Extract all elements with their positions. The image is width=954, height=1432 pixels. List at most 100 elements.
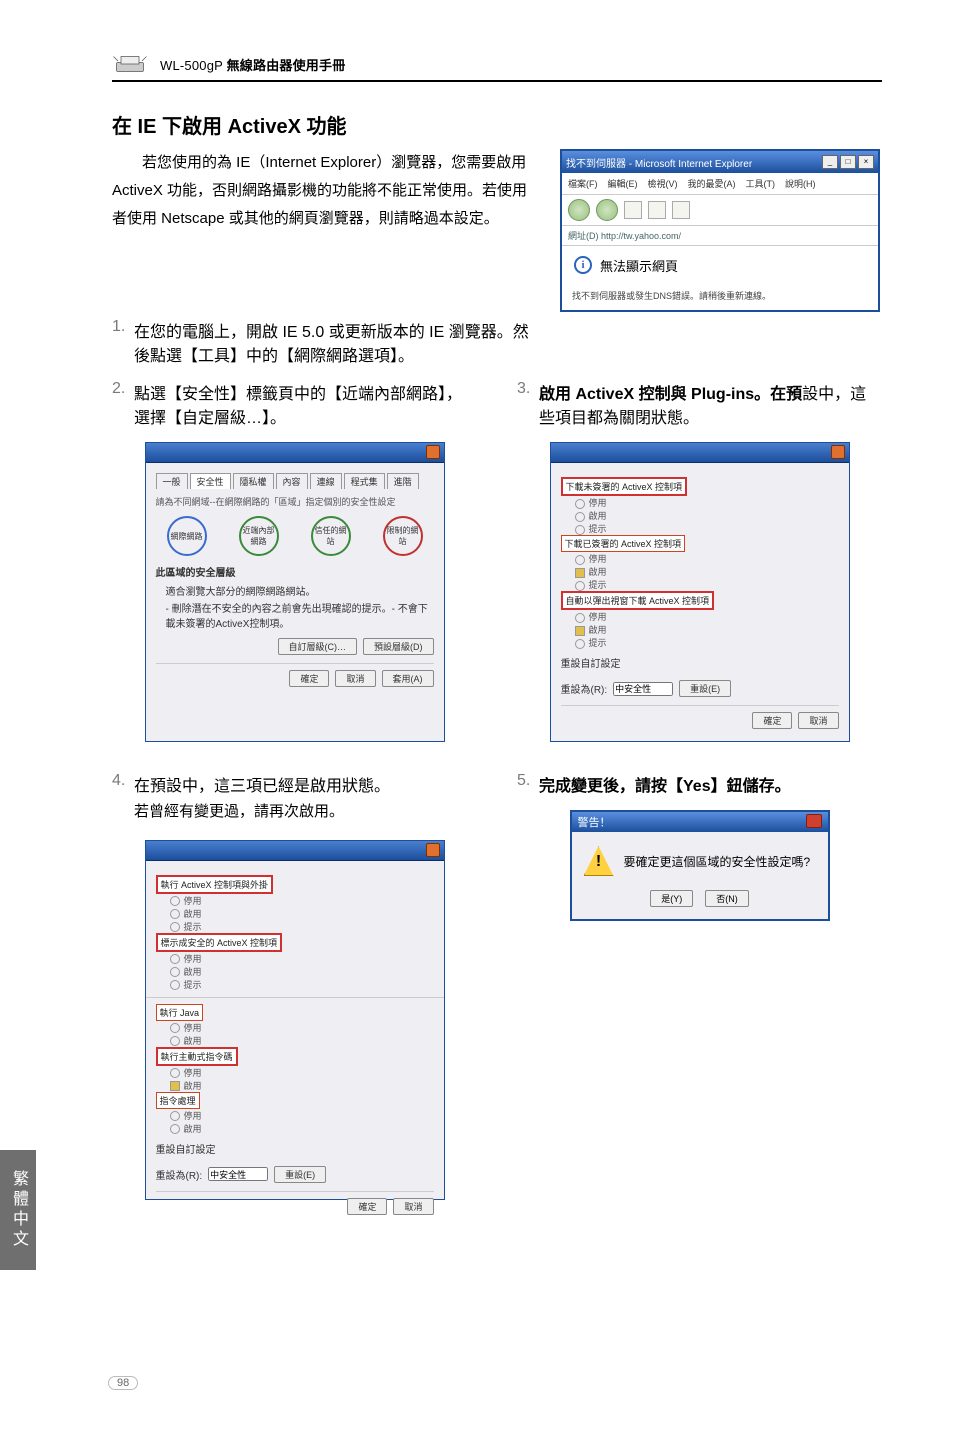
step-1-text: 在您的電腦上，開啟 IE 5.0 或更新版本的 IE 瀏覽器。然後點選【工具】中… [134,318,542,366]
tab-adv[interactable]: 進階 [387,473,419,489]
tab-content[interactable]: 內容 [276,473,308,489]
opt-prompt[interactable]: 提示 [589,524,607,534]
reset-combo[interactable] [613,682,673,696]
close-icon[interactable] [831,445,845,459]
page-number: 98 [108,1376,138,1390]
confirm-title: 警告！ [578,814,611,830]
custom-level-button[interactable]: 自訂層級(C)… [278,638,358,655]
step-number: 3. [517,380,539,428]
opt-disable[interactable]: 停用 [184,1068,202,1078]
step-2-text: 點選【安全性】標籤頁中的【近端內部網路】，選擇【自定層級…】。 [134,380,477,428]
menu-item[interactable]: 說明(H) [785,177,816,190]
opt-enable[interactable]: 啟用 [184,1081,202,1091]
step-number: 2. [112,380,134,428]
model-subtitle: 無線路由器使用手冊 [227,58,346,73]
opt-disable[interactable]: 停用 [184,1111,202,1121]
step-number: 4. [112,772,134,796]
close-icon[interactable] [426,843,440,857]
internet-options-dialog: 一般 安全性 隱私權 內容 連線 程式集 進階 請為不同網域--在網際網路的「區… [145,442,445,742]
reset-button[interactable]: 重設(E) [679,680,731,697]
opt-disable[interactable]: 停用 [184,1023,202,1033]
reset-section-label: 重設自訂設定 [561,655,839,670]
page-header: WL-500gP 無線路由器使用手冊 [112,52,882,82]
zone-restricted[interactable]: 限制的網站 [383,516,423,556]
side-language-tab: 繁體中文 [0,1150,36,1270]
level-desc2: - 刪除潛在不安全的內容之前會先出現確認的提示。- 不會下載未簽署的Active… [166,600,434,630]
opt-prompt[interactable]: 提示 [589,580,607,590]
close-icon[interactable]: × [858,155,874,169]
refresh-icon[interactable] [648,201,666,219]
opt-disable[interactable]: 停用 [589,612,607,622]
maximize-icon[interactable]: □ [840,155,856,169]
menu-item[interactable]: 工具(T) [746,177,776,190]
ok-button[interactable]: 確定 [347,1198,387,1215]
tab-prog[interactable]: 程式集 [344,473,385,489]
group-header: 下載已簽署的 ActiveX 控制項 [561,535,686,552]
stop-icon[interactable] [624,201,642,219]
level-title: 此區域的安全層級 [156,564,434,579]
menu-item[interactable]: 檔案(F) [568,177,598,190]
close-icon[interactable] [426,445,440,459]
opt-enable[interactable]: 啟用 [589,567,607,577]
opt-enable[interactable]: 啟用 [589,511,607,521]
security-settings-dialog-2: 執行 ActiveX 控制項與外掛 停用 啟用 提示 標示成安全的 Active… [145,840,445,1200]
group-header: 標示成安全的 ActiveX 控制項 [156,933,283,952]
minimize-icon[interactable]: _ [822,155,838,169]
address-bar[interactable]: 網址(D) http://tw.yahoo.com/ [562,226,878,246]
group-header: 執行 ActiveX 控制項與外掛 [156,875,274,894]
opt-prompt[interactable]: 提示 [589,638,607,648]
opt-enable[interactable]: 啟用 [184,1124,202,1134]
menu-item[interactable]: 檢視(V) [648,177,678,190]
close-icon[interactable] [806,814,822,828]
default-level-button[interactable]: 預設層級(D) [363,638,434,655]
no-button[interactable]: 否(N) [705,890,749,907]
cancel-button[interactable]: 取消 [798,712,838,729]
back-icon[interactable] [568,199,590,221]
ie-nav-toolbar [562,195,878,226]
opt-prompt[interactable]: 提示 [184,922,202,932]
security-settings-dialog-1: 下載未簽署的 ActiveX 控制項 停用 啟用 提示 下載已簽署的 Activ… [550,442,850,742]
info-icon: i [574,256,592,274]
yes-button[interactable]: 是(Y) [650,890,693,907]
menu-item[interactable]: 我的最愛(A) [688,177,736,190]
addr-label: 網址(D) [568,231,599,241]
forward-icon[interactable] [596,199,618,221]
opt-enable[interactable]: 啟用 [184,1036,202,1046]
group-header: 自動以彈出視窗下載 ActiveX 控制項 [561,591,715,610]
ie-window-title: 找不到伺服器 - Microsoft Internet Explorer [566,155,752,170]
opt-disable[interactable]: 停用 [184,954,202,964]
tab-general[interactable]: 一般 [156,473,188,489]
zone-trusted[interactable]: 信任的網站 [311,516,351,556]
ok-button[interactable]: 確定 [752,712,792,729]
cancel-button[interactable]: 取消 [393,1198,433,1215]
apply-button[interactable]: 套用(A) [382,670,434,687]
opt-disable[interactable]: 停用 [184,896,202,906]
cancel-button[interactable]: 取消 [335,670,375,687]
tab-security[interactable]: 安全性 [190,473,231,489]
ok-button[interactable]: 確定 [289,670,329,687]
ie-error-screenshot: 找不到伺服器 - Microsoft Internet Explorer _ □… [560,149,882,312]
section-title: 在 IE 下啟用 ActiveX 功能 [112,110,882,139]
tab-conn[interactable]: 連線 [310,473,342,489]
step-4-note: 若曾經有變更過，請再次啟用。 [134,798,477,826]
reset-combo[interactable] [208,1167,268,1181]
window-buttons: _ □ × [822,155,874,169]
reset-to-label: 重設為(R): [561,681,608,696]
opt-enable[interactable]: 啟用 [184,967,202,977]
opt-enable[interactable]: 啟用 [589,625,607,635]
tab-privacy[interactable]: 隱私權 [233,473,274,489]
reset-button[interactable]: 重設(E) [274,1166,326,1183]
opt-prompt[interactable]: 提示 [184,980,202,990]
opt-disable[interactable]: 停用 [589,554,607,564]
zone-hint: 請為不同網域--在網際網路的「區域」指定個別的安全性設定 [156,495,434,508]
step-3-text: 啟用 ActiveX 控制與 Plug-ins。在預設中，這些項目都為關閉狀態。 [539,380,882,428]
step-5-text: 完成變更後，請按【Yes】鈕儲存。 [539,772,882,796]
router-icon [112,52,148,76]
opt-disable[interactable]: 停用 [589,498,607,508]
zone-internet[interactable]: 網際網路 [167,516,207,556]
home-icon[interactable] [672,201,690,219]
warning-icon [584,846,614,876]
zone-intranet[interactable]: 近端內部網路 [239,516,279,556]
opt-enable[interactable]: 啟用 [184,909,202,919]
menu-item[interactable]: 編輯(E) [608,177,638,190]
